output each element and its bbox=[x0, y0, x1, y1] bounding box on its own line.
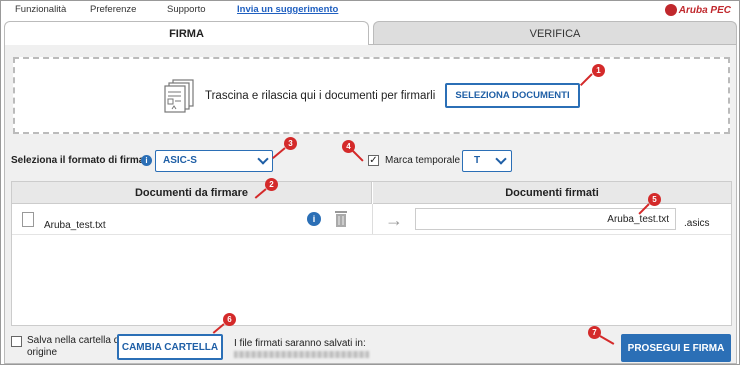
signature-format-select[interactable]: ASIC-S bbox=[155, 150, 273, 172]
arrow-right-icon: → bbox=[385, 210, 403, 230]
menu-preferenze[interactable]: Preferenze bbox=[90, 4, 136, 15]
tab-verifica[interactable]: VERIFICA bbox=[373, 21, 737, 45]
aruba-logo-icon bbox=[664, 4, 677, 16]
drop-zone[interactable]: Trascina e rilascia qui i documenti per … bbox=[13, 57, 730, 134]
to-sign-header: Documenti da firmare bbox=[12, 182, 372, 204]
annotation-marker-2: 2 bbox=[265, 178, 278, 191]
annotation-marker-3: 3 bbox=[284, 137, 297, 150]
proceed-sign-button[interactable]: PROSEGUI E FIRMA bbox=[621, 334, 731, 362]
menu-supporto[interactable]: Supporto bbox=[167, 4, 206, 15]
save-location-label: I file firmati saranno salvati in: bbox=[234, 338, 366, 349]
select-documents-button[interactable]: SELEZIONA DOCUMENTI bbox=[445, 83, 580, 108]
output-file-field[interactable]: Aruba_test.txt bbox=[415, 208, 676, 230]
menu-bar: Funzionalità Preferenze Supporto Invia u… bbox=[1, 1, 739, 19]
output-extension: .asics bbox=[684, 218, 710, 229]
info-icon[interactable]: i bbox=[307, 212, 321, 226]
document-stack-icon bbox=[164, 79, 194, 113]
timestamp-checkbox[interactable]: ✓ bbox=[368, 155, 379, 166]
suggestion-link[interactable]: Invia un suggerimento bbox=[237, 4, 338, 15]
row-separator bbox=[12, 234, 731, 235]
timestamp-label: Marca temporale bbox=[385, 155, 461, 166]
file-icon bbox=[22, 212, 34, 227]
source-file-name: Aruba_test.txt bbox=[44, 220, 106, 231]
drop-instructions: Trascina e rilascia qui i documenti per … bbox=[205, 90, 436, 102]
chevron-down-icon bbox=[257, 153, 269, 165]
firma-panel: Trascina e rilascia qui i documenti per … bbox=[4, 44, 737, 364]
save-origin-checkbox[interactable] bbox=[11, 336, 22, 347]
trash-icon[interactable] bbox=[334, 210, 348, 228]
tab-firma[interactable]: FIRMA bbox=[4, 21, 369, 45]
format-label: Seleziona il formato di firma bbox=[11, 155, 145, 166]
annotation-marker-6: 6 bbox=[223, 313, 236, 326]
info-icon[interactable]: i bbox=[141, 155, 152, 166]
menu-funzionalita[interactable]: Funzionalità bbox=[15, 4, 66, 15]
timestamp-value: T bbox=[474, 155, 481, 166]
brand-name: Aruba PEC bbox=[678, 4, 731, 16]
change-folder-button[interactable]: CAMBIA CARTELLA bbox=[117, 334, 223, 360]
chevron-down-icon bbox=[495, 153, 507, 165]
documents-table: Documenti da firmare Documenti firmati A… bbox=[11, 181, 732, 326]
column-divider bbox=[372, 204, 373, 234]
timestamp-select[interactable]: T bbox=[462, 150, 512, 172]
save-origin-label: Salva nella cartella di origine bbox=[27, 335, 122, 358]
signature-format-value: ASIC-S bbox=[163, 155, 197, 166]
aruba-logo: Aruba PEC bbox=[664, 4, 731, 16]
annotation-marker-1: 1 bbox=[592, 64, 605, 77]
signed-header: Documenti firmati bbox=[373, 182, 731, 204]
output-file-name: Aruba_test.txt bbox=[607, 214, 669, 225]
save-location-path bbox=[234, 351, 369, 358]
